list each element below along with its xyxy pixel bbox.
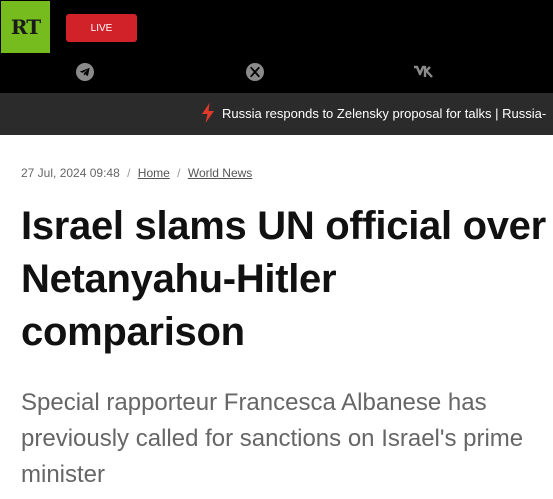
article-date: 27 Jul, 2024 09:48 xyxy=(21,166,120,180)
breadcrumb-separator: / xyxy=(127,166,131,180)
live-button-label: LIVE xyxy=(90,22,113,34)
article-title: Israel slams UN official over Netanyahu-… xyxy=(21,204,546,354)
x-twitter-icon[interactable] xyxy=(245,62,265,82)
logo-text: RT xyxy=(10,15,41,39)
live-button[interactable]: LIVE xyxy=(66,14,137,42)
breaking-news-ticker[interactable]: Russia responds to Zelensky proposal for… xyxy=(0,93,553,135)
vk-icon[interactable] xyxy=(413,62,435,82)
ticker-headline[interactable]: Russia responds to Zelensky proposal for… xyxy=(222,106,546,121)
lightning-icon xyxy=(201,103,215,128)
telegram-icon[interactable] xyxy=(75,62,95,82)
breadcrumb-world-news-link[interactable]: World News xyxy=(188,166,252,180)
article-summary: Special rapporteur Francesca Albanese ha… xyxy=(21,389,524,488)
article-meta: 27 Jul, 2024 09:48 / Home / World News xyxy=(21,166,252,180)
rt-logo[interactable]: RT xyxy=(1,1,50,53)
breadcrumb-home-link[interactable]: Home xyxy=(138,166,170,180)
breadcrumb-separator: / xyxy=(177,166,181,180)
site-header: RT LIVE xyxy=(0,0,553,93)
